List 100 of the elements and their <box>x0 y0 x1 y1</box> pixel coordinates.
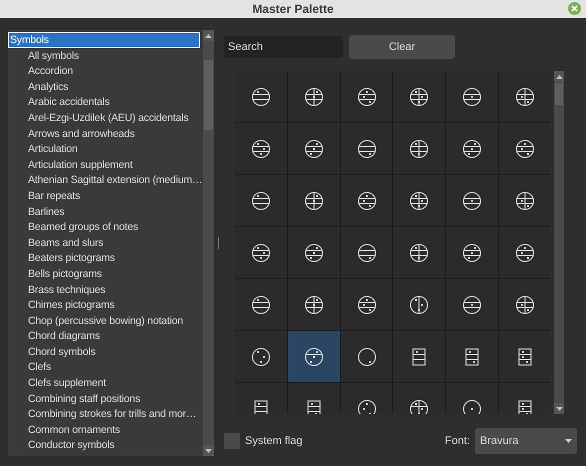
category-item[interactable]: Arel-Ezgi-Uzdilek (AEU) accidentals <box>8 110 203 126</box>
category-item[interactable]: Arabic accidentals <box>8 94 203 110</box>
category-item[interactable]: All symbols <box>8 48 203 64</box>
scrollbar[interactable] <box>203 30 214 456</box>
category-item[interactable]: Clefs <box>8 359 203 376</box>
symbol-cell[interactable] <box>393 123 446 174</box>
symbol-cell[interactable] <box>288 175 340 226</box>
category-item[interactable]: Chord diagrams <box>8 328 203 344</box>
symbol-cell[interactable] <box>288 331 340 382</box>
symbol-cell[interactable] <box>446 227 498 278</box>
symbol-cell[interactable] <box>340 71 392 122</box>
symbol-cell[interactable] <box>393 71 446 122</box>
category-item[interactable]: Brass techniques <box>8 282 203 298</box>
category-item[interactable]: Accordion <box>8 63 203 79</box>
symbol-cell[interactable] <box>499 279 551 330</box>
category-header[interactable]: Symbols <box>8 32 200 48</box>
circle-symbol-icon <box>408 294 430 316</box>
dropdown-arrow-icon <box>565 439 572 443</box>
symbol-cell[interactable] <box>235 279 287 330</box>
category-item[interactable]: Chord symbols <box>8 344 203 360</box>
category-item[interactable]: Clefs supplement <box>8 375 203 391</box>
symbol-cell[interactable] <box>393 331 446 382</box>
font-dropdown[interactable]: Bravura <box>475 428 577 454</box>
symbol-cell[interactable] <box>288 123 340 174</box>
symbol-cell[interactable] <box>499 71 551 122</box>
symbol-cell[interactable] <box>235 331 287 382</box>
symbol-cell[interactable] <box>393 227 446 278</box>
symbol-cell[interactable] <box>393 279 446 330</box>
scroll-thumb[interactable] <box>204 60 213 130</box>
circle-symbol-icon <box>514 86 536 108</box>
category-item[interactable]: Conductor symbols <box>8 437 203 454</box>
system-flag-checkbox[interactable] <box>224 433 240 449</box>
symbol-cell[interactable] <box>499 123 551 174</box>
circle-symbol-icon <box>356 86 378 108</box>
circle-symbol-icon <box>302 86 325 108</box>
circle-symbol-icon <box>514 294 536 316</box>
category-item[interactable]: Common ornaments <box>8 422 203 438</box>
category-item[interactable]: Combining strokes for trills and mor… <box>8 406 203 422</box>
circle-symbol-icon <box>461 86 484 108</box>
symbol-cell[interactable] <box>340 331 392 382</box>
scroll-down-icon[interactable] <box>205 448 212 452</box>
category-item[interactable]: Chop (percussive bowing) notation <box>8 312 203 328</box>
symbol-cell[interactable] <box>446 71 498 122</box>
symbol-cell[interactable] <box>340 279 392 330</box>
scroll-thumb[interactable] <box>555 83 563 105</box>
clear-button[interactable]: Clear <box>349 35 455 59</box>
category-item[interactable]: Arrows and arrowheads <box>8 126 203 142</box>
symbol-cell[interactable] <box>446 279 498 330</box>
symbol-cell[interactable] <box>235 227 287 278</box>
symbol-cell[interactable] <box>499 175 551 226</box>
search-field[interactable]: Search <box>224 36 343 58</box>
circle-symbol-icon <box>514 190 536 212</box>
symbol-cell[interactable] <box>235 123 287 174</box>
scroll-up-icon[interactable] <box>205 34 212 38</box>
category-item[interactable]: Combining staff positions <box>8 390 203 406</box>
category-item[interactable]: Bar repeats <box>8 188 203 204</box>
circle-symbol-icon <box>356 294 378 316</box>
circle-symbol-icon <box>461 138 484 160</box>
circle-symbol-icon <box>250 86 272 108</box>
category-item[interactable]: Beams and slurs <box>8 234 203 250</box>
symbol-cell[interactable] <box>446 331 498 382</box>
circle-symbol-icon <box>302 346 325 368</box>
category-item[interactable]: Articulation <box>8 141 203 157</box>
scrollbar[interactable] <box>554 71 564 414</box>
circle-symbol-icon <box>356 242 378 264</box>
scroll-down-icon[interactable] <box>556 406 562 410</box>
symbol-cell[interactable] <box>499 227 551 278</box>
symbol-cell[interactable] <box>446 175 498 226</box>
category-item[interactable]: Beamed groups of notes <box>8 219 203 235</box>
circle-symbol-icon <box>461 398 484 414</box>
circle-symbol-icon <box>250 346 272 368</box>
scroll-up-icon[interactable] <box>556 74 562 78</box>
category-item[interactable]: Athenian Sagittal extension (medium… <box>8 172 203 188</box>
circle-symbol-icon <box>461 242 484 264</box>
symbol-cell[interactable] <box>340 175 392 226</box>
category-item[interactable]: Beaters pictograms <box>8 250 203 266</box>
circle-symbol-icon <box>302 294 325 316</box>
circle-symbol-icon <box>461 190 484 212</box>
symbol-cell[interactable] <box>288 279 340 330</box>
symbol-cell[interactable] <box>288 227 340 278</box>
symbol-cell[interactable] <box>393 175 446 226</box>
circle-symbol-icon <box>302 242 325 264</box>
symbol-cell[interactable] <box>288 71 340 122</box>
symbol-cell[interactable] <box>340 227 392 278</box>
category-item[interactable]: Barlines <box>8 204 203 220</box>
circle-symbol-icon <box>356 346 378 368</box>
category-item[interactable]: Articulation supplement <box>8 156 203 172</box>
category-item[interactable]: Analytics <box>8 78 203 94</box>
circle-symbol-icon <box>250 294 272 316</box>
circle-symbol-icon <box>302 138 325 160</box>
font-label: Font: <box>444 434 470 449</box>
circle-symbol-icon <box>514 138 536 160</box>
symbol-cell[interactable] <box>235 175 287 226</box>
category-item[interactable]: Bells pictograms <box>8 266 203 282</box>
symbol-cell[interactable] <box>499 331 551 382</box>
symbol-cell[interactable] <box>340 123 392 174</box>
category-item[interactable]: Chimes pictograms <box>8 297 203 313</box>
circle-symbol-icon <box>250 242 272 264</box>
symbol-cell[interactable] <box>446 123 498 174</box>
circle-symbol-icon <box>408 398 430 414</box>
